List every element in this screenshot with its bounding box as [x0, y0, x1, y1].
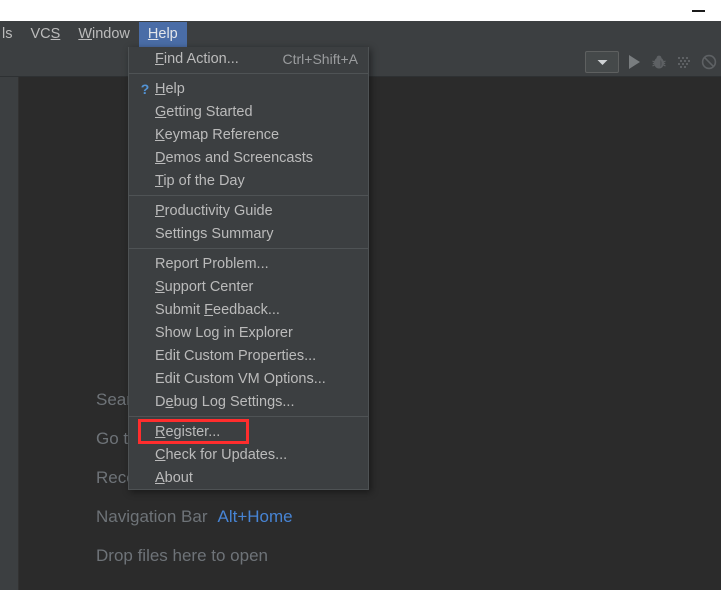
menu-item-label: Support Center [155, 278, 254, 295]
menu-item-getting-started[interactable]: Getting Started [129, 100, 368, 123]
menu-item-label: Settings Summary [155, 225, 274, 242]
menu-item-label: Report Problem... [155, 255, 269, 272]
menu-item-help[interactable]: ? Help [129, 77, 368, 100]
menu-item-report-problem[interactable]: Report Problem... [129, 252, 368, 275]
menu-item-label: Getting Started [155, 103, 253, 120]
toolbar-run-group [585, 47, 721, 77]
left-tool-strip[interactable] [0, 77, 19, 590]
menu-item-about[interactable]: About [129, 466, 368, 489]
menubar-item-help[interactable]: Help [138, 21, 187, 47]
stop-button[interactable] [699, 52, 719, 72]
title-bar [0, 0, 721, 21]
menu-item-label: Help [155, 80, 185, 97]
stop-circle-icon [701, 54, 717, 70]
editor-hint-shortcut: Alt+Home [217, 506, 293, 526]
coverage-icon [676, 54, 692, 70]
editor-hint-label: Navigation Bar [96, 506, 208, 526]
minimize-button[interactable] [681, 2, 715, 19]
menubar-item-window[interactable]: Window [69, 22, 139, 47]
chevron-down-icon [597, 59, 608, 66]
editor-hint-row: Drop files here to open [96, 536, 656, 575]
bug-icon [651, 54, 667, 70]
help-menu-popup: Find Action... Ctrl+Shift+A? Help Getting S… [128, 47, 369, 490]
question-mark-icon: ? [140, 80, 150, 97]
menu-separator [129, 195, 368, 196]
menu-item-label: Submit Feedback... [155, 301, 280, 318]
menu-item-edit-custom-properties[interactable]: Edit Custom Properties... [129, 344, 368, 367]
menu-item-label: Register... [155, 423, 221, 440]
run-button[interactable] [624, 52, 644, 72]
menu-separator [129, 416, 368, 417]
minimize-icon [691, 9, 705, 12]
menu-item-label: Tip of the Day [155, 172, 245, 189]
menu-item-check-for-updates[interactable]: Check for Updates... [129, 443, 368, 466]
run-configuration-combo[interactable] [585, 51, 619, 73]
menu-item-submit-feedback[interactable]: Submit Feedback... [129, 298, 368, 321]
menu-item-label: Demos and Screencasts [155, 149, 313, 166]
menu-item-keymap-reference[interactable]: Keymap Reference [129, 123, 368, 146]
menu-item-tip-of-the-day[interactable]: Tip of the Day [129, 169, 368, 192]
menu-item-debug-log-settings[interactable]: Debug Log Settings... [129, 390, 368, 413]
editor-hint-label: Drop files here to open [96, 545, 268, 565]
menu-item-edit-custom-vm-options[interactable]: Edit Custom VM Options... [129, 367, 368, 390]
menu-separator [129, 73, 368, 74]
menu-item-label: Edit Custom VM Options... [155, 370, 326, 387]
coverage-button[interactable] [674, 52, 694, 72]
editor-hint-row: Navigation Bar Alt+Home [96, 497, 656, 536]
menu-item-label: Keymap Reference [155, 126, 280, 143]
menu-item-find-action[interactable]: Find Action... Ctrl+Shift+A [129, 47, 368, 70]
menu-separator [129, 248, 368, 249]
menu-item-label: Debug Log Settings... [155, 393, 295, 410]
play-icon [627, 54, 641, 70]
menu-item-show-log-in-explorer[interactable]: Show Log in Explorer [129, 321, 368, 344]
menu-item-productivity-guide[interactable]: Productivity Guide [129, 199, 368, 222]
menu-item-label: Productivity Guide [155, 202, 273, 219]
menu-item-settings-summary[interactable]: Settings Summary [129, 222, 368, 245]
menu-item-label: Find Action... [155, 50, 239, 67]
debug-button[interactable] [649, 52, 669, 72]
menubar-item-vcs[interactable]: VCS [21, 22, 69, 47]
menu-item-support-center[interactable]: Support Center [129, 275, 368, 298]
menu-item-register[interactable]: Register... [129, 420, 368, 443]
menu-item-label: Show Log in Explorer [155, 324, 293, 341]
menu-bar: ls VCS Window Help [0, 21, 721, 47]
menu-item-shortcut: Ctrl+Shift+A [282, 50, 358, 67]
menu-item-label: About [155, 469, 193, 486]
menu-item-label: Check for Updates... [155, 446, 288, 463]
menubar-item-ls[interactable]: ls [0, 22, 21, 47]
ide-window: ls VCS Window Help Search Go Recent Navi… [0, 0, 721, 590]
menu-item-demos-and-screencasts[interactable]: Demos and Screencasts [129, 146, 368, 169]
menu-item-label: Edit Custom Properties... [155, 347, 317, 364]
